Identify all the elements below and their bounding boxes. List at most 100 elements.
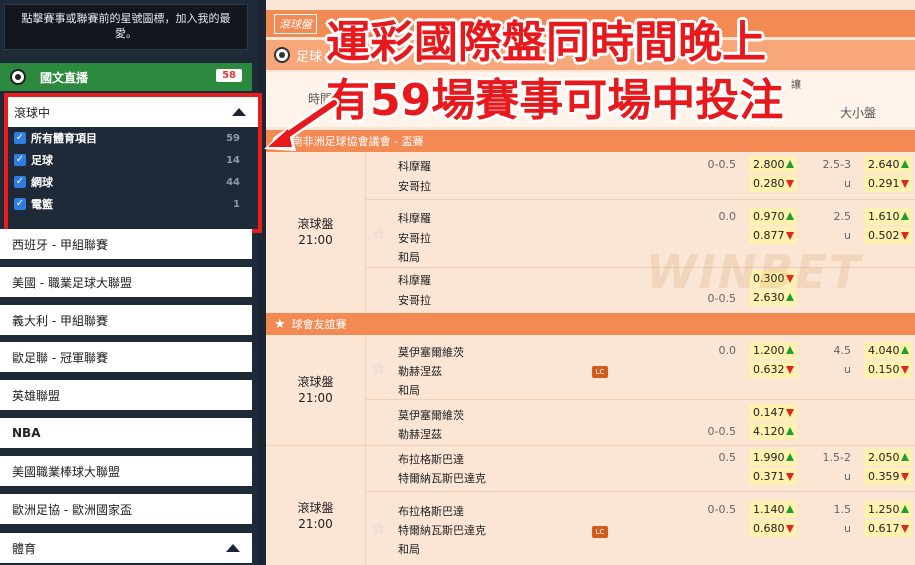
arrow-down-icon <box>901 366 909 374</box>
arrow-up-icon <box>901 212 909 220</box>
inplay-tag[interactable]: 滾球盤 <box>274 14 317 34</box>
team-name: 布拉格斯巴達 <box>398 453 464 466</box>
inplay-item-ebasketball[interactable]: ✓ 電籃 1 <box>8 193 258 215</box>
collapse-up-icon[interactable] <box>232 108 246 116</box>
inplay-item-label: 足球 <box>31 154 53 167</box>
inplay-item-all[interactable]: ✓ 所有體育項目 59 <box>8 127 258 149</box>
league-item[interactable]: 歐洲足協 - 歐洲國家盃 <box>0 494 252 524</box>
odds-value: 0.680 <box>753 522 785 535</box>
odds-cell[interactable]: 0.371 <box>749 468 797 485</box>
checkbox-checked-icon[interactable]: ✓ <box>14 154 26 166</box>
odds-value: 0.147 <box>753 406 785 419</box>
league-item-sports[interactable]: 體育 <box>0 533 252 563</box>
inplay-item-soccer[interactable]: ✓ 足球 14 <box>8 149 258 171</box>
arrow-up-icon <box>786 160 794 168</box>
league-item[interactable]: 美國 - 職業足球大聯盟 <box>0 267 252 297</box>
odds-cell[interactable]: 1.140 <box>749 501 797 518</box>
favorite-star-icon[interactable]: ☆ <box>372 225 385 243</box>
arrow-down-icon <box>786 232 794 240</box>
league-item[interactable]: 義大利 - 甲組聯賽 <box>0 305 252 335</box>
col-over-under: 大小盤 <box>840 106 877 120</box>
odds-cell[interactable]: 0.617 <box>864 520 912 537</box>
odds-cell[interactable]: 1.250 <box>864 501 912 518</box>
odds-value: 0.877 <box>753 229 785 242</box>
collapse-up-icon[interactable] <box>226 544 240 552</box>
team-name: 安哥拉 <box>398 294 431 307</box>
odds-cell[interactable]: 2.050 <box>864 449 912 466</box>
live-center-icon[interactable]: LC <box>592 366 608 378</box>
odds-cell[interactable]: 0.680 <box>749 520 797 537</box>
match-block: 滾球盤 21:00 ☆ 布拉格斯巴達 特爾納瓦斯巴達克 0.5 1.990 0.3… <box>266 446 915 565</box>
competition-header[interactable]: ★南非洲足球協會議會 - 盃賽 <box>266 130 915 152</box>
odds-value: 1.250 <box>868 503 900 516</box>
odds-cell[interactable]: 0.147 <box>749 404 797 421</box>
odds-value: 0.970 <box>753 210 785 223</box>
draw-label: 和局 <box>398 543 420 556</box>
live-stream-bar[interactable]: 國文直播 58 <box>0 63 252 91</box>
ou-under-label: u <box>844 177 851 190</box>
match-time: 滾球盤 21:00 <box>266 152 366 312</box>
odds-value: 0.280 <box>753 177 785 190</box>
team-name: 特爾納瓦斯巴達克 <box>398 524 486 537</box>
league-item[interactable]: NBA <box>0 418 252 448</box>
kickoff-time: 21:00 <box>298 517 333 531</box>
inplay-top-bar: 滾球盤 <box>266 10 915 37</box>
arrow-up-icon <box>786 505 794 513</box>
favorite-star-icon[interactable]: ☆ <box>372 519 385 537</box>
team-name: 布拉格斯巴達 <box>398 505 464 518</box>
checkbox-checked-icon[interactable]: ✓ <box>14 132 26 144</box>
sidebar: 點擊賽事或聯賽前的星號圖標，加入我的最愛。 國文直播 58 滾球中 ✓ 所有體育項… <box>0 0 262 565</box>
inplay-item-count: 59 <box>226 132 240 144</box>
ou-line: 1.5 <box>833 503 852 516</box>
odds-cell[interactable]: 0.632 <box>749 361 797 378</box>
odds-cell[interactable]: 0.280 <box>749 175 797 192</box>
draw-label: 和局 <box>398 384 420 397</box>
league-label: 體育 <box>12 541 37 556</box>
odds-cell[interactable]: 2.800 <box>749 156 797 173</box>
odds-cell[interactable]: 0.877 <box>749 227 797 244</box>
odds-cell[interactable]: 1.990 <box>749 449 797 466</box>
odds-cell[interactable]: 2.640 <box>864 156 912 173</box>
handicap-line: 0-0.5 <box>707 158 736 171</box>
odds-cell[interactable]: 0.970 <box>749 208 797 225</box>
arrow-up-icon <box>786 212 794 220</box>
checkbox-checked-icon[interactable]: ✓ <box>14 198 26 210</box>
handicap-line: 0.0 <box>718 344 737 357</box>
checkbox-checked-icon[interactable]: ✓ <box>14 176 26 188</box>
odds-cell[interactable]: 0.291 <box>864 175 912 192</box>
favorite-star-icon[interactable]: ☆ <box>372 359 385 377</box>
ou-under-label: u <box>844 522 851 535</box>
ou-line: 4.5 <box>833 344 852 357</box>
star-icon[interactable]: ★ <box>274 317 286 332</box>
inplay-item-label: 網球 <box>31 176 53 189</box>
odds-cell[interactable]: 0.150 <box>864 361 912 378</box>
sport-bar[interactable]: 足球 <box>266 40 915 70</box>
row-divider <box>366 491 915 492</box>
match-time: 滾球盤 21:00 <box>266 446 366 565</box>
team-name: 科摩羅 <box>398 274 431 287</box>
favorites-hint: 點擊賽事或聯賽前的星號圖標，加入我的最愛。 <box>4 4 248 50</box>
live-center-icon[interactable]: LC <box>592 526 608 538</box>
inplay-panel: 滾球中 ✓ 所有體育項目 59 ✓ 足球 14 ✓ 網球 44 ✓ 電籃 1 <box>4 93 262 233</box>
competition-header[interactable]: ★ 球會友誼賽 <box>266 313 915 335</box>
league-item[interactable]: 歐足聯 - 冠軍聯賽 <box>0 342 252 372</box>
team-name: 勒赫涅茲 <box>398 365 442 378</box>
odds-cell[interactable]: 1.610 <box>864 208 912 225</box>
row-divider <box>366 199 915 200</box>
inplay-header[interactable]: 滾球中 <box>8 97 258 127</box>
odds-cell[interactable]: 0.359 <box>864 468 912 485</box>
team-name: 莫伊塞爾維茨 <box>398 409 464 422</box>
odds-cell[interactable]: 1.200 <box>749 342 797 359</box>
ou-under-label: u <box>844 363 851 376</box>
odds-cell[interactable]: 0.502 <box>864 227 912 244</box>
league-item[interactable]: 西班牙 - 甲組聯賽 <box>0 229 252 259</box>
odds-cell[interactable]: 4.120 <box>749 423 797 440</box>
league-item[interactable]: 英雄聯盟 <box>0 380 252 410</box>
league-item[interactable]: 美國職業棒球大聯盟 <box>0 456 252 486</box>
live-count-badge: 58 <box>216 69 242 82</box>
kickoff-time: 21:00 <box>298 233 333 247</box>
inplay-item-tennis[interactable]: ✓ 網球 44 <box>8 171 258 193</box>
odds-cell[interactable]: 4.040 <box>864 342 912 359</box>
watermark-logo: WINBET <box>646 245 863 299</box>
inplay-title: 滾球中 <box>14 105 51 120</box>
